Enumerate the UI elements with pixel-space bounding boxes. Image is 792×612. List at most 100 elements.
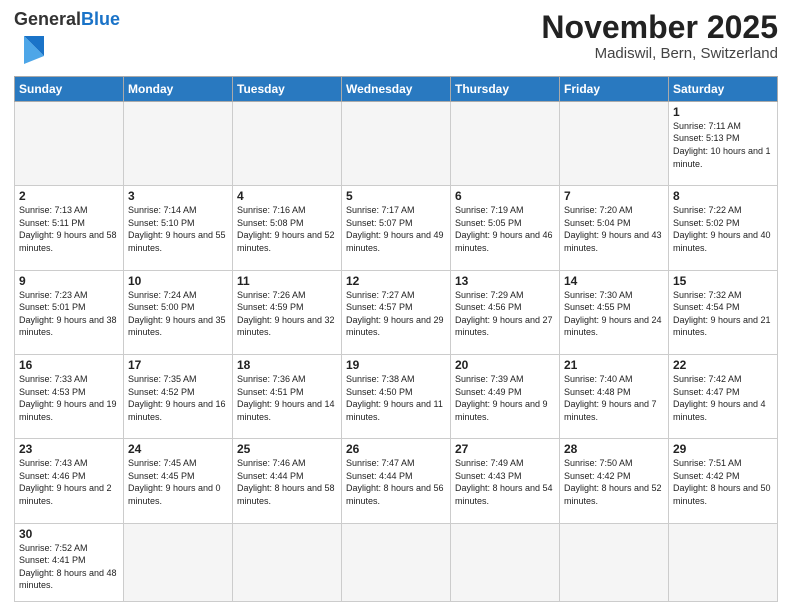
- day-number: 17: [128, 358, 228, 372]
- calendar-table: SundayMondayTuesdayWednesdayThursdayFrid…: [14, 76, 778, 602]
- day-number: 25: [237, 442, 337, 456]
- day-number: 30: [19, 527, 119, 541]
- week-row-3: 9Sunrise: 7:23 AM Sunset: 5:01 PM Daylig…: [15, 270, 778, 354]
- month-title: November 2025: [541, 10, 778, 45]
- day-cell: 17Sunrise: 7:35 AM Sunset: 4:52 PM Dayli…: [124, 354, 233, 438]
- day-cell: 8Sunrise: 7:22 AM Sunset: 5:02 PM Daylig…: [669, 186, 778, 270]
- day-number: 4: [237, 189, 337, 203]
- page: GeneralBlue November 2025 Madiswil, Bern…: [0, 0, 792, 612]
- day-number: 23: [19, 442, 119, 456]
- day-info: Sunrise: 7:11 AM Sunset: 5:13 PM Dayligh…: [673, 120, 773, 170]
- day-number: 19: [346, 358, 446, 372]
- logo: GeneralBlue: [14, 10, 120, 68]
- day-cell: 13Sunrise: 7:29 AM Sunset: 4:56 PM Dayli…: [451, 270, 560, 354]
- header-cell-saturday: Saturday: [669, 76, 778, 101]
- day-info: Sunrise: 7:38 AM Sunset: 4:50 PM Dayligh…: [346, 373, 446, 423]
- day-cell: 14Sunrise: 7:30 AM Sunset: 4:55 PM Dayli…: [560, 270, 669, 354]
- day-info: Sunrise: 7:33 AM Sunset: 4:53 PM Dayligh…: [19, 373, 119, 423]
- day-cell: 4Sunrise: 7:16 AM Sunset: 5:08 PM Daylig…: [233, 186, 342, 270]
- day-info: Sunrise: 7:13 AM Sunset: 5:11 PM Dayligh…: [19, 204, 119, 254]
- week-row-4: 16Sunrise: 7:33 AM Sunset: 4:53 PM Dayli…: [15, 354, 778, 438]
- day-info: Sunrise: 7:17 AM Sunset: 5:07 PM Dayligh…: [346, 204, 446, 254]
- header: GeneralBlue November 2025 Madiswil, Bern…: [14, 10, 778, 68]
- day-cell: [233, 101, 342, 185]
- day-info: Sunrise: 7:30 AM Sunset: 4:55 PM Dayligh…: [564, 289, 664, 339]
- day-cell: [451, 523, 560, 601]
- header-cell-tuesday: Tuesday: [233, 76, 342, 101]
- day-cell: 10Sunrise: 7:24 AM Sunset: 5:00 PM Dayli…: [124, 270, 233, 354]
- day-info: Sunrise: 7:27 AM Sunset: 4:57 PM Dayligh…: [346, 289, 446, 339]
- week-row-2: 2Sunrise: 7:13 AM Sunset: 5:11 PM Daylig…: [15, 186, 778, 270]
- day-cell: 9Sunrise: 7:23 AM Sunset: 5:01 PM Daylig…: [15, 270, 124, 354]
- day-cell: 22Sunrise: 7:42 AM Sunset: 4:47 PM Dayli…: [669, 354, 778, 438]
- day-cell: 6Sunrise: 7:19 AM Sunset: 5:05 PM Daylig…: [451, 186, 560, 270]
- day-cell: [233, 523, 342, 601]
- day-cell: 24Sunrise: 7:45 AM Sunset: 4:45 PM Dayli…: [124, 439, 233, 523]
- logo-icon: [16, 32, 52, 68]
- day-info: Sunrise: 7:52 AM Sunset: 4:41 PM Dayligh…: [19, 542, 119, 592]
- day-cell: 20Sunrise: 7:39 AM Sunset: 4:49 PM Dayli…: [451, 354, 560, 438]
- day-info: Sunrise: 7:39 AM Sunset: 4:49 PM Dayligh…: [455, 373, 555, 423]
- day-cell: 12Sunrise: 7:27 AM Sunset: 4:57 PM Dayli…: [342, 270, 451, 354]
- day-info: Sunrise: 7:36 AM Sunset: 4:51 PM Dayligh…: [237, 373, 337, 423]
- day-info: Sunrise: 7:49 AM Sunset: 4:43 PM Dayligh…: [455, 457, 555, 507]
- day-cell: 27Sunrise: 7:49 AM Sunset: 4:43 PM Dayli…: [451, 439, 560, 523]
- day-cell: 19Sunrise: 7:38 AM Sunset: 4:50 PM Dayli…: [342, 354, 451, 438]
- week-row-5: 23Sunrise: 7:43 AM Sunset: 4:46 PM Dayli…: [15, 439, 778, 523]
- header-cell-friday: Friday: [560, 76, 669, 101]
- day-number: 6: [455, 189, 555, 203]
- day-info: Sunrise: 7:46 AM Sunset: 4:44 PM Dayligh…: [237, 457, 337, 507]
- day-info: Sunrise: 7:32 AM Sunset: 4:54 PM Dayligh…: [673, 289, 773, 339]
- day-info: Sunrise: 7:51 AM Sunset: 4:42 PM Dayligh…: [673, 457, 773, 507]
- day-cell: 25Sunrise: 7:46 AM Sunset: 4:44 PM Dayli…: [233, 439, 342, 523]
- day-cell: 23Sunrise: 7:43 AM Sunset: 4:46 PM Dayli…: [15, 439, 124, 523]
- day-number: 26: [346, 442, 446, 456]
- day-cell: 11Sunrise: 7:26 AM Sunset: 4:59 PM Dayli…: [233, 270, 342, 354]
- day-info: Sunrise: 7:24 AM Sunset: 5:00 PM Dayligh…: [128, 289, 228, 339]
- day-info: Sunrise: 7:40 AM Sunset: 4:48 PM Dayligh…: [564, 373, 664, 423]
- day-info: Sunrise: 7:19 AM Sunset: 5:05 PM Dayligh…: [455, 204, 555, 254]
- day-info: Sunrise: 7:26 AM Sunset: 4:59 PM Dayligh…: [237, 289, 337, 339]
- day-info: Sunrise: 7:42 AM Sunset: 4:47 PM Dayligh…: [673, 373, 773, 423]
- day-number: 18: [237, 358, 337, 372]
- day-info: Sunrise: 7:23 AM Sunset: 5:01 PM Dayligh…: [19, 289, 119, 339]
- day-number: 16: [19, 358, 119, 372]
- day-info: Sunrise: 7:43 AM Sunset: 4:46 PM Dayligh…: [19, 457, 119, 507]
- day-cell: [669, 523, 778, 601]
- header-cell-thursday: Thursday: [451, 76, 560, 101]
- day-info: Sunrise: 7:22 AM Sunset: 5:02 PM Dayligh…: [673, 204, 773, 254]
- day-cell: [342, 523, 451, 601]
- day-cell: 29Sunrise: 7:51 AM Sunset: 4:42 PM Dayli…: [669, 439, 778, 523]
- header-cell-sunday: Sunday: [15, 76, 124, 101]
- day-cell: [124, 101, 233, 185]
- day-cell: 18Sunrise: 7:36 AM Sunset: 4:51 PM Dayli…: [233, 354, 342, 438]
- day-cell: [342, 101, 451, 185]
- day-number: 10: [128, 274, 228, 288]
- day-number: 11: [237, 274, 337, 288]
- day-number: 7: [564, 189, 664, 203]
- day-cell: 2Sunrise: 7:13 AM Sunset: 5:11 PM Daylig…: [15, 186, 124, 270]
- day-cell: 16Sunrise: 7:33 AM Sunset: 4:53 PM Dayli…: [15, 354, 124, 438]
- day-number: 27: [455, 442, 555, 456]
- day-number: 29: [673, 442, 773, 456]
- day-number: 13: [455, 274, 555, 288]
- day-cell: [560, 523, 669, 601]
- subtitle: Madiswil, Bern, Switzerland: [541, 45, 778, 62]
- day-cell: 26Sunrise: 7:47 AM Sunset: 4:44 PM Dayli…: [342, 439, 451, 523]
- day-number: 5: [346, 189, 446, 203]
- day-number: 21: [564, 358, 664, 372]
- day-number: 22: [673, 358, 773, 372]
- day-number: 12: [346, 274, 446, 288]
- day-cell: 28Sunrise: 7:50 AM Sunset: 4:42 PM Dayli…: [560, 439, 669, 523]
- week-row-1: 1Sunrise: 7:11 AM Sunset: 5:13 PM Daylig…: [15, 101, 778, 185]
- header-row: SundayMondayTuesdayWednesdayThursdayFrid…: [15, 76, 778, 101]
- header-cell-monday: Monday: [124, 76, 233, 101]
- day-info: Sunrise: 7:14 AM Sunset: 5:10 PM Dayligh…: [128, 204, 228, 254]
- day-cell: 15Sunrise: 7:32 AM Sunset: 4:54 PM Dayli…: [669, 270, 778, 354]
- day-cell: [451, 101, 560, 185]
- day-number: 8: [673, 189, 773, 203]
- header-cell-wednesday: Wednesday: [342, 76, 451, 101]
- day-cell: 30Sunrise: 7:52 AM Sunset: 4:41 PM Dayli…: [15, 523, 124, 601]
- day-info: Sunrise: 7:50 AM Sunset: 4:42 PM Dayligh…: [564, 457, 664, 507]
- day-cell: 5Sunrise: 7:17 AM Sunset: 5:07 PM Daylig…: [342, 186, 451, 270]
